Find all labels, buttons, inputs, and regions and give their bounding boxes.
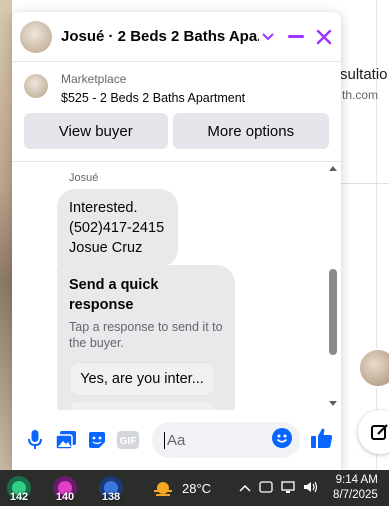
weather-sun-icon <box>154 482 172 496</box>
taskbar-app-3[interactable]: 138 <box>92 470 130 506</box>
quick-response-subtitle: Tap a response to send it to the buyer. <box>69 320 223 350</box>
message-line: Interested. <box>69 200 138 216</box>
taskbar-app-1[interactable]: 142 <box>0 470 38 506</box>
chat-header[interactable]: Josué · 2 Beds 2 Baths Apa... <box>12 12 341 62</box>
taskbar-app-2[interactable]: 140 <box>46 470 84 506</box>
quick-response-card: Send a quick response Tap a response to … <box>57 265 235 410</box>
windows-taskbar: 142 140 138 28°C 9:14 AM 8/7/2025 <box>0 470 389 506</box>
quick-response-title: Send a quick response <box>69 277 159 313</box>
system-tray <box>239 480 319 497</box>
sticker-icon[interactable] <box>86 429 108 451</box>
gif-icon-label: GIF <box>120 436 137 447</box>
clock-date: 8/7/2025 <box>333 489 378 501</box>
network-icon[interactable] <box>281 480 295 497</box>
more-options-button[interactable]: More options <box>172 113 329 149</box>
chat-title[interactable]: Josué · 2 Beds 2 Baths Apa... <box>61 28 259 45</box>
chat-window: Josué · 2 Beds 2 Baths Apa... Marketplac… <box>12 12 341 470</box>
background-separator <box>340 183 389 184</box>
notification-badge: 140 <box>55 491 75 503</box>
notification-badge: 142 <box>9 491 29 503</box>
taskbar-clock[interactable]: 9:14 AM 8/7/2025 <box>333 473 378 503</box>
sender-name: Josué <box>69 172 99 184</box>
scroll-thumb[interactable] <box>329 269 337 355</box>
listing-thumbnail[interactable] <box>24 74 48 98</box>
emoji-icon[interactable] <box>272 427 292 453</box>
chevron-up-icon[interactable] <box>239 481 251 495</box>
marketplace-label: Marketplace <box>61 72 127 86</box>
marketplace-listing-banner: Marketplace $525 - 2 Beds 2 Baths Apartm… <box>12 62 341 149</box>
weather-widget[interactable]: 28°C <box>152 477 211 499</box>
image-icon[interactable] <box>55 429 77 451</box>
scroll-down-arrow[interactable] <box>329 401 337 406</box>
microphone-icon[interactable] <box>24 429 46 451</box>
notification-badge: 138 <box>101 491 121 503</box>
close-icon[interactable] <box>315 28 333 46</box>
listing-title[interactable]: $525 - 2 Beds 2 Baths Apartment <box>61 91 245 105</box>
message-line: (502)417-2415 <box>69 220 165 236</box>
message-composer: GIF <box>12 420 341 460</box>
quick-response-option[interactable]: Yes, are you inter... <box>69 362 215 396</box>
clock-time: 9:14 AM <box>335 474 378 486</box>
message-input-wrapper[interactable] <box>152 422 300 458</box>
scroll-up-arrow[interactable] <box>329 166 337 171</box>
gif-icon[interactable]: GIF <box>117 429 139 451</box>
tray-app-icon[interactable] <box>259 480 273 497</box>
chevron-down-icon[interactable] <box>259 28 277 46</box>
background-heading-fragment: sultatio <box>340 66 388 83</box>
message-line: Josue Cruz <box>69 240 143 256</box>
minimize-icon[interactable] <box>287 28 305 46</box>
temperature: 28°C <box>182 480 212 496</box>
message-scrollbar[interactable] <box>325 162 341 410</box>
quick-response-option-next[interactable] <box>69 402 215 410</box>
thumbs-up-icon[interactable] <box>311 427 333 454</box>
message-input[interactable] <box>164 431 264 449</box>
background-url-fragment: th.com <box>342 88 379 102</box>
message-thread: Josué Interested. (502)417-2415 Josue Cr… <box>12 162 341 410</box>
compose-icon <box>371 424 388 440</box>
view-buyer-button[interactable]: View buyer <box>24 113 168 149</box>
contact-avatar[interactable] <box>20 20 52 53</box>
message-bubble: Interested. (502)417-2415 Josue Cruz <box>57 189 178 267</box>
volume-icon[interactable] <box>303 480 319 497</box>
background-listing-image <box>0 0 12 470</box>
